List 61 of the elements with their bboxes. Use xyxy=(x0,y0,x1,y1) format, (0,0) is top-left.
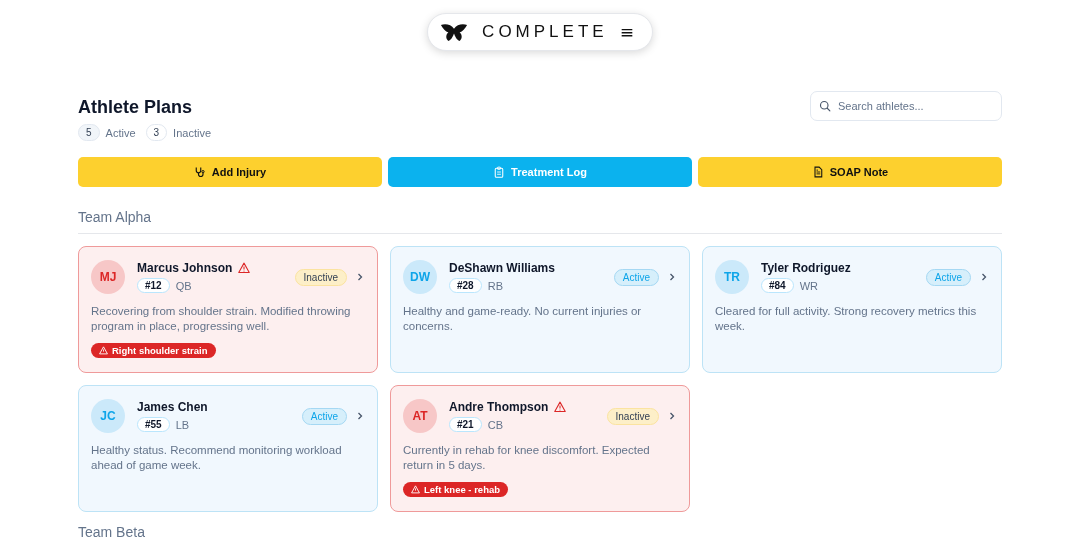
document-icon xyxy=(811,166,824,178)
chevron-right-icon[interactable] xyxy=(667,272,677,282)
status-badge: Inactive xyxy=(294,268,347,286)
avatar: TR xyxy=(715,260,749,294)
athlete-card[interactable]: DW DeShawn Williams #28 RB Active Healthy and game-ready. No current injuries or concerns. xyxy=(390,246,690,373)
position-label: LB xyxy=(175,418,190,431)
clipboard-icon xyxy=(493,166,506,178)
athlete-note: Recovering from shoulder strain. Modified throwing program in place, progressing well. xyxy=(91,304,352,334)
jersey-number: #28 xyxy=(449,278,482,293)
avatar: DW xyxy=(403,260,437,294)
warning-icon xyxy=(411,485,420,494)
jersey-number: #21 xyxy=(449,417,482,432)
athlete-card[interactable]: MJ Marcus Johnson #12 QB Inactive Recovering from shoulder strain. Modified throwing program in place, progressing well. Right shoulder strain xyxy=(78,246,378,373)
position-label: CB xyxy=(487,418,503,431)
injury-label: Left knee - rehab xyxy=(424,484,501,495)
athlete-name: Tyler Rodriguez xyxy=(761,261,851,275)
athlete-name: James Chen xyxy=(137,400,208,414)
status-badge: Active xyxy=(301,407,347,425)
position-label: RB xyxy=(487,279,503,292)
count-label: Active xyxy=(105,126,136,139)
team-heading: Team Beta xyxy=(78,524,1002,547)
warning-icon xyxy=(99,346,108,355)
avatar: JC xyxy=(91,399,125,433)
status-badge: Active xyxy=(613,268,659,286)
count-label: Inactive xyxy=(173,126,211,139)
athlete-name: DeShawn Williams xyxy=(449,261,555,275)
athlete-card[interactable]: JC James Chen #55 LB Active Healthy status. Recommend monitoring workload ahead of game week. xyxy=(78,385,378,512)
chevron-right-icon[interactable] xyxy=(355,272,365,282)
athlete-name: Marcus Johnson xyxy=(137,261,233,275)
page-title: Athlete Plans xyxy=(78,97,194,118)
athlete-note: Healthy status. Recommend monitoring workload ahead of game week. xyxy=(91,443,343,473)
avatar: MJ xyxy=(91,260,125,294)
warning-icon xyxy=(554,401,567,413)
athlete-card[interactable]: TR Tyler Rodriguez #84 WR Active Cleared for full activity. Strong recovery metrics this week. xyxy=(702,246,1002,373)
athlete-card[interactable]: AT Andre Thompson #21 CB Inactive Currently in rehab for knee discomfort. Expected return in 5 days. Left knee - rehab xyxy=(390,385,690,512)
jersey-number: #12 xyxy=(137,278,170,293)
avatar: AT xyxy=(403,399,437,433)
action-button[interactable]: Add Injury xyxy=(78,157,382,187)
athlete-name: Andre Thompson xyxy=(449,400,549,414)
position-label: WR xyxy=(799,279,818,292)
brand-name: COMPLETE xyxy=(482,22,608,42)
stethoscope-icon xyxy=(193,166,206,178)
team-heading: Team Alpha xyxy=(78,209,1002,234)
status-badge: Inactive xyxy=(606,407,659,425)
status-badge: Active xyxy=(925,268,971,286)
chevron-right-icon[interactable] xyxy=(979,272,989,282)
action-button[interactable]: SOAP Note xyxy=(698,157,1002,187)
chevron-right-icon[interactable] xyxy=(667,411,677,421)
jersey-number: #55 xyxy=(137,417,170,432)
search-field[interactable]: Search athletes... xyxy=(810,91,1002,121)
athlete-note: Cleared for full activity. Strong recovery metrics this week. xyxy=(715,304,978,334)
injury-label: Right shoulder strain xyxy=(112,345,208,356)
athlete-note: Healthy and game-ready. No current injuries or concerns. xyxy=(403,304,643,334)
butterfly-logo-icon xyxy=(440,22,469,42)
athlete-note: Currently in rehab for knee discomfort. Expected return in 5 days. xyxy=(403,443,651,473)
menu-button[interactable]: ≡ xyxy=(619,22,634,42)
chevron-right-icon[interactable] xyxy=(355,411,365,421)
warning-icon xyxy=(238,262,251,274)
count-badge: 5 xyxy=(78,124,100,141)
jersey-number: #84 xyxy=(761,278,794,293)
position-label: QB xyxy=(175,279,192,292)
